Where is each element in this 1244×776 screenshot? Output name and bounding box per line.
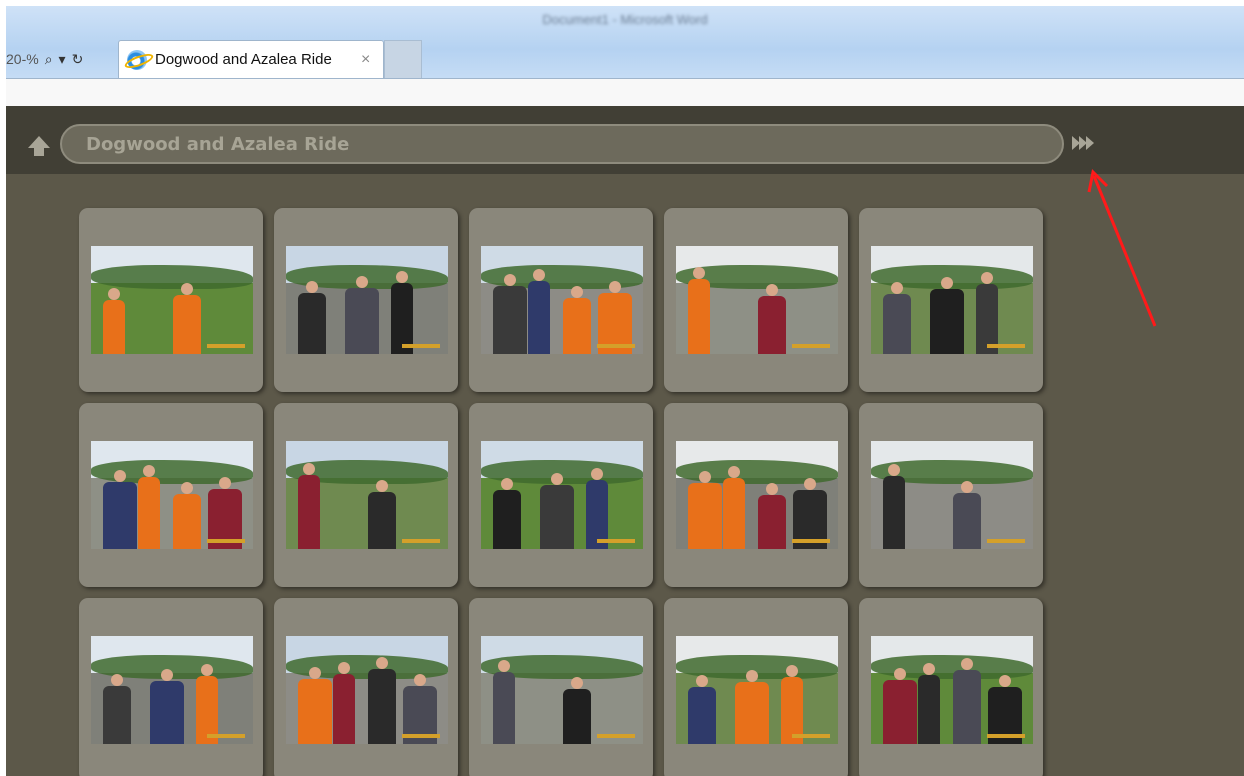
thumbnail-card[interactable] xyxy=(859,403,1043,587)
thumbnail-photo[interactable] xyxy=(286,441,448,549)
thumbnail-photo[interactable] xyxy=(871,636,1033,744)
thumbnail-photo[interactable] xyxy=(676,441,838,549)
thumbnail-card[interactable] xyxy=(859,208,1043,392)
thumbnail-photo[interactable] xyxy=(481,636,643,744)
thumbnail-card[interactable] xyxy=(274,598,458,776)
window-title: Document1 - Microsoft Word xyxy=(542,12,708,27)
command-bar xyxy=(6,78,1244,106)
gallery-header: Dogwood and Azalea Ride xyxy=(6,106,1244,174)
thumbnail-card[interactable] xyxy=(274,403,458,587)
thumbnail-card[interactable] xyxy=(664,208,848,392)
thumbnail-photo[interactable] xyxy=(481,441,643,549)
tab-title: Dogwood and Azalea Ride xyxy=(155,51,332,68)
thumbnail-photo[interactable] xyxy=(481,246,643,354)
thumbnail-photo[interactable] xyxy=(871,246,1033,354)
zoom-level[interactable]: 20-% xyxy=(6,51,39,67)
thumbnail-card[interactable] xyxy=(79,403,263,587)
thumbnail-photo[interactable] xyxy=(91,246,253,354)
dropdown-chevron-icon[interactable]: ▾ xyxy=(59,51,66,68)
thumbnail-card[interactable] xyxy=(469,598,653,776)
thumbnail-card[interactable] xyxy=(79,598,263,776)
thumbnail-photo[interactable] xyxy=(676,636,838,744)
thumbnail-photo[interactable] xyxy=(91,636,253,744)
gallery-title-bar: Dogwood and Azalea Ride xyxy=(60,124,1064,164)
thumbnail-photo[interactable] xyxy=(286,246,448,354)
thumbnail-card[interactable] xyxy=(79,208,263,392)
thumbnail-card[interactable] xyxy=(664,598,848,776)
thumbnail-card[interactable] xyxy=(469,208,653,392)
up-arrow-icon[interactable] xyxy=(28,136,50,156)
thumbnail-photo[interactable] xyxy=(871,441,1033,549)
search-icon[interactable]: ⌕ xyxy=(45,51,53,68)
address-bar-controls: 20-% ⌕ ▾ ↻ xyxy=(6,44,83,74)
refresh-icon[interactable]: ↻ xyxy=(72,51,84,68)
ie-logo-icon xyxy=(127,49,147,70)
thumbnail-card[interactable] xyxy=(469,403,653,587)
tab-close-icon[interactable]: × xyxy=(361,51,383,69)
thumbnail-photo[interactable] xyxy=(676,246,838,354)
browser-tab-active[interactable]: Dogwood and Azalea Ride × xyxy=(118,40,384,78)
gallery-title: Dogwood and Azalea Ride xyxy=(86,133,350,155)
browser-window: Document1 - Microsoft Word 20-% ⌕ ▾ ↻ Do… xyxy=(6,6,1244,776)
thumbnail-card[interactable] xyxy=(274,208,458,392)
thumbnail-card[interactable] xyxy=(664,403,848,587)
thumbnail-photo[interactable] xyxy=(91,441,253,549)
gallery-page: Dogwood and Azalea Ride xyxy=(6,106,1244,776)
thumbnail-photo[interactable] xyxy=(286,636,448,744)
next-page-icon[interactable] xyxy=(1072,136,1102,154)
new-tab-button[interactable] xyxy=(384,40,422,78)
thumbnail-card[interactable] xyxy=(859,598,1043,776)
title-bar: Document1 - Microsoft Word 20-% ⌕ ▾ ↻ Do… xyxy=(6,6,1244,78)
